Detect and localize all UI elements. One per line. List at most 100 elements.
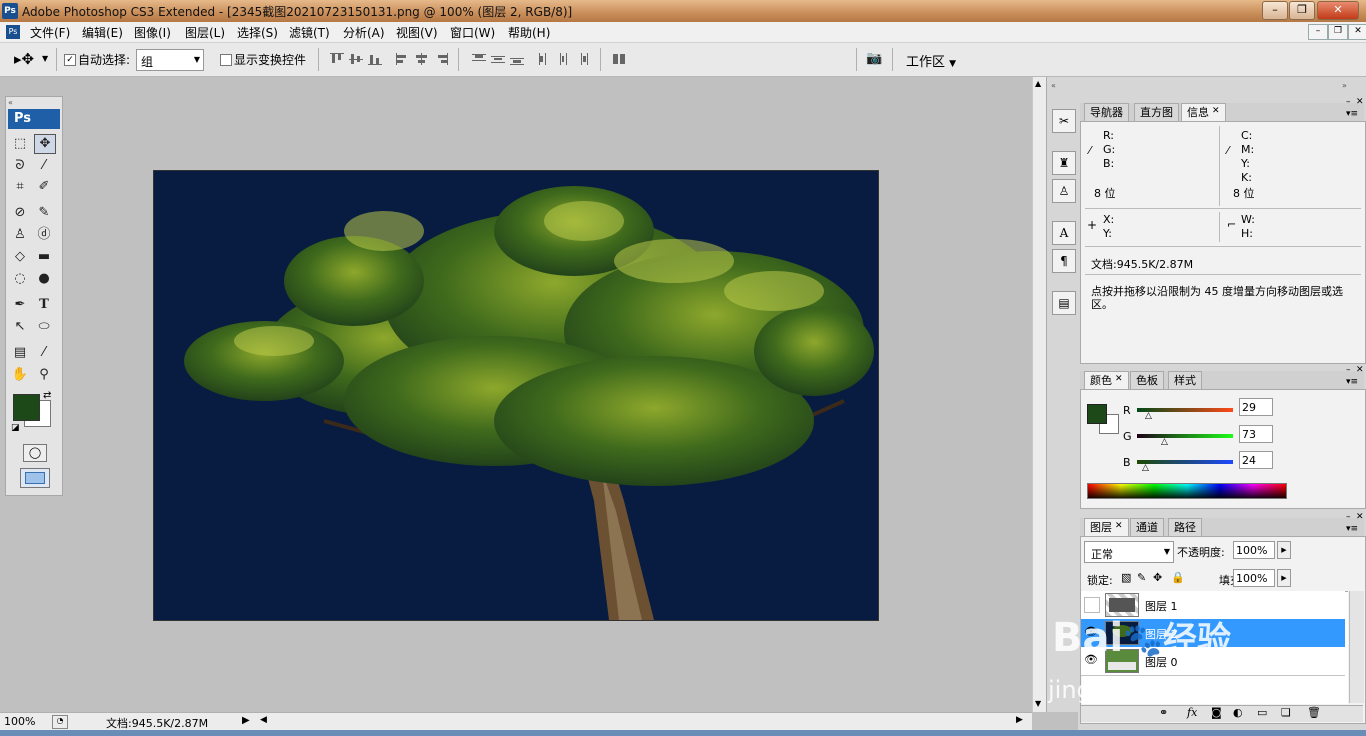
menu-file[interactable]: 文件(F) <box>30 24 70 41</box>
scroll-left-icon[interactable]: ◀ <box>260 715 267 725</box>
paragraph-icon[interactable]: ¶ <box>1052 249 1076 273</box>
close-tab-icon[interactable]: ✕ <box>1212 106 1220 116</box>
history-brush-tool-icon[interactable]: ⓓ <box>34 226 54 244</box>
clone-source-icon[interactable]: ♙ <box>1052 179 1076 203</box>
screen-mode-icon[interactable] <box>20 468 50 488</box>
dodge-tool-icon[interactable]: ● <box>34 270 54 288</box>
eraser-tool-icon[interactable]: ◇ <box>10 248 30 266</box>
close-panel-icon[interactable]: ✕ <box>1356 97 1364 107</box>
channel-g-input[interactable]: 73 <box>1239 425 1273 443</box>
group-icon[interactable]: ▭ <box>1257 706 1267 719</box>
new-layer-icon[interactable]: ❏ <box>1281 706 1291 719</box>
layer-comps-icon[interactable]: ▤ <box>1052 291 1076 315</box>
eyedropper-tool-icon[interactable]: ⁄ <box>34 344 54 362</box>
distribute-vcenter-icon[interactable] <box>491 53 505 65</box>
tab-channels[interactable]: 通道 <box>1130 518 1164 536</box>
clone-stamp-tool-icon[interactable]: ♙ <box>10 226 30 244</box>
channel-b-thumb[interactable]: △ <box>1142 463 1149 473</box>
fx-icon[interactable]: fx <box>1187 706 1197 719</box>
mask-icon[interactable]: ◙ <box>1211 706 1222 719</box>
close-tab-icon[interactable]: ✕ <box>1115 521 1123 531</box>
pen-tool-icon[interactable]: ✒ <box>10 296 30 314</box>
healing-brush-tool-icon[interactable]: ⊘ <box>10 204 30 222</box>
default-colors-icon[interactable]: ◪ <box>11 423 20 433</box>
marquee-tool-icon[interactable]: ⬚ <box>10 135 30 153</box>
minimize-button[interactable]: – <box>1262 1 1288 20</box>
channel-g-slider[interactable] <box>1137 434 1233 438</box>
move-tool-preset-icon[interactable]: ▸✥ <box>14 50 34 68</box>
auto-align-icon[interactable] <box>612 53 626 65</box>
foreground-color-swatch[interactable] <box>13 394 40 421</box>
blend-mode-dropdown[interactable]: 正常 ▼ <box>1084 541 1174 563</box>
align-vcenter-icon[interactable] <box>349 53 363 65</box>
menu-window[interactable]: 窗口(W) <box>450 24 495 41</box>
channel-r-thumb[interactable]: △ <box>1145 411 1152 421</box>
character-icon[interactable]: A <box>1052 221 1076 245</box>
lock-transparency-icon[interactable]: ▧ <box>1121 571 1131 584</box>
collapse-arrows-icon[interactable]: » <box>1342 81 1347 90</box>
collapse-arrows-icon[interactable]: « <box>1051 81 1056 90</box>
slice-tool-icon[interactable]: ✐ <box>34 178 54 196</box>
close-button[interactable]: ✕ <box>1317 1 1359 20</box>
menu-view[interactable]: 视图(V) <box>396 24 438 41</box>
channel-b-slider[interactable] <box>1137 460 1233 464</box>
doc-icon[interactable]: Ps <box>6 25 20 39</box>
menu-edit[interactable]: 编辑(E) <box>82 24 123 41</box>
collapse-arrows-icon[interactable]: « <box>8 98 13 107</box>
hand-tool-icon[interactable]: ✋ <box>10 366 30 384</box>
tab-styles[interactable]: 样式 <box>1168 371 1202 389</box>
zoom-tool-icon[interactable]: ⚲ <box>34 366 54 384</box>
doc-minimize-button[interactable]: – <box>1308 24 1328 40</box>
color-spectrum-bar[interactable] <box>1087 483 1287 499</box>
opacity-input[interactable]: 100% <box>1233 541 1275 559</box>
auto-select-checkbox[interactable]: ✓ <box>64 54 76 66</box>
color-fg-swatch[interactable] <box>1087 404 1107 424</box>
minimize-panel-icon[interactable]: – <box>1346 97 1351 107</box>
status-menu-icon[interactable]: ◔ <box>52 715 68 729</box>
minimize-panel-icon[interactable]: – <box>1346 365 1351 375</box>
channel-g-thumb[interactable]: △ <box>1161 437 1168 447</box>
scroll-up-icon[interactable]: ▲ <box>1035 79 1041 88</box>
align-hcenter-icon[interactable] <box>415 53 429 65</box>
zoom-level[interactable]: 100% <box>4 715 35 728</box>
tool-presets-icon[interactable]: ♜ <box>1052 151 1076 175</box>
magic-wand-tool-icon[interactable]: ⁄ <box>34 157 54 175</box>
workspace-menu[interactable]: 工作区 ▼ <box>906 51 956 70</box>
doc-close-button[interactable]: ✕ <box>1348 24 1366 40</box>
doc-restore-button[interactable]: ❐ <box>1328 24 1348 40</box>
distribute-top-icon[interactable] <box>472 53 486 65</box>
opacity-arrow-icon[interactable]: ▶ <box>1277 541 1291 559</box>
align-left-icon[interactable] <box>396 53 410 65</box>
status-arrow-icon[interactable]: ▶ <box>242 715 250 726</box>
scroll-right-icon[interactable]: ▶ <box>1016 715 1023 725</box>
tab-navigator[interactable]: 导航器 <box>1084 103 1129 121</box>
fill-arrow-icon[interactable]: ▶ <box>1277 569 1291 587</box>
channel-b-input[interactable]: 24 <box>1239 451 1273 469</box>
auto-select-dropdown[interactable]: 组 ▼ <box>136 49 204 71</box>
swap-colors-icon[interactable]: ⇄ <box>43 390 51 401</box>
vertical-scrollbar[interactable]: ▲ ▼ <box>1032 77 1047 712</box>
crop-tool-icon[interactable]: ⌗ <box>10 178 30 196</box>
distribute-right-icon[interactable] <box>576 53 590 65</box>
bridge-icon[interactable]: 📷 <box>866 51 886 67</box>
panel-menu-icon[interactable]: ▾≡ <box>1346 524 1358 534</box>
menu-help[interactable]: 帮助(H) <box>508 24 550 41</box>
close-tab-icon[interactable]: ✕ <box>1115 374 1123 384</box>
distribute-left-icon[interactable] <box>538 53 552 65</box>
scroll-down-icon[interactable]: ▼ <box>1035 699 1041 708</box>
layers-scrollbar[interactable] <box>1349 591 1364 703</box>
lock-position-icon[interactable]: ✥ <box>1153 571 1162 584</box>
distribute-hcenter-icon[interactable] <box>557 53 571 65</box>
path-selection-tool-icon[interactable]: ↖ <box>10 318 30 336</box>
menu-analysis[interactable]: 分析(A) <box>343 24 385 41</box>
close-panel-icon[interactable]: ✕ <box>1356 512 1364 522</box>
align-top-icon[interactable] <box>330 53 344 65</box>
blur-tool-icon[interactable]: ◌ <box>10 270 30 288</box>
channel-r-input[interactable]: 29 <box>1239 398 1273 416</box>
panel-menu-icon[interactable]: ▾≡ <box>1346 109 1358 119</box>
type-tool-icon[interactable]: T <box>34 296 54 314</box>
show-transform-checkbox[interactable] <box>220 54 232 66</box>
brush-tool-icon[interactable]: ✎ <box>34 204 54 222</box>
align-right-icon[interactable] <box>434 53 448 65</box>
quick-mask-icon[interactable]: ◯ <box>23 444 47 462</box>
